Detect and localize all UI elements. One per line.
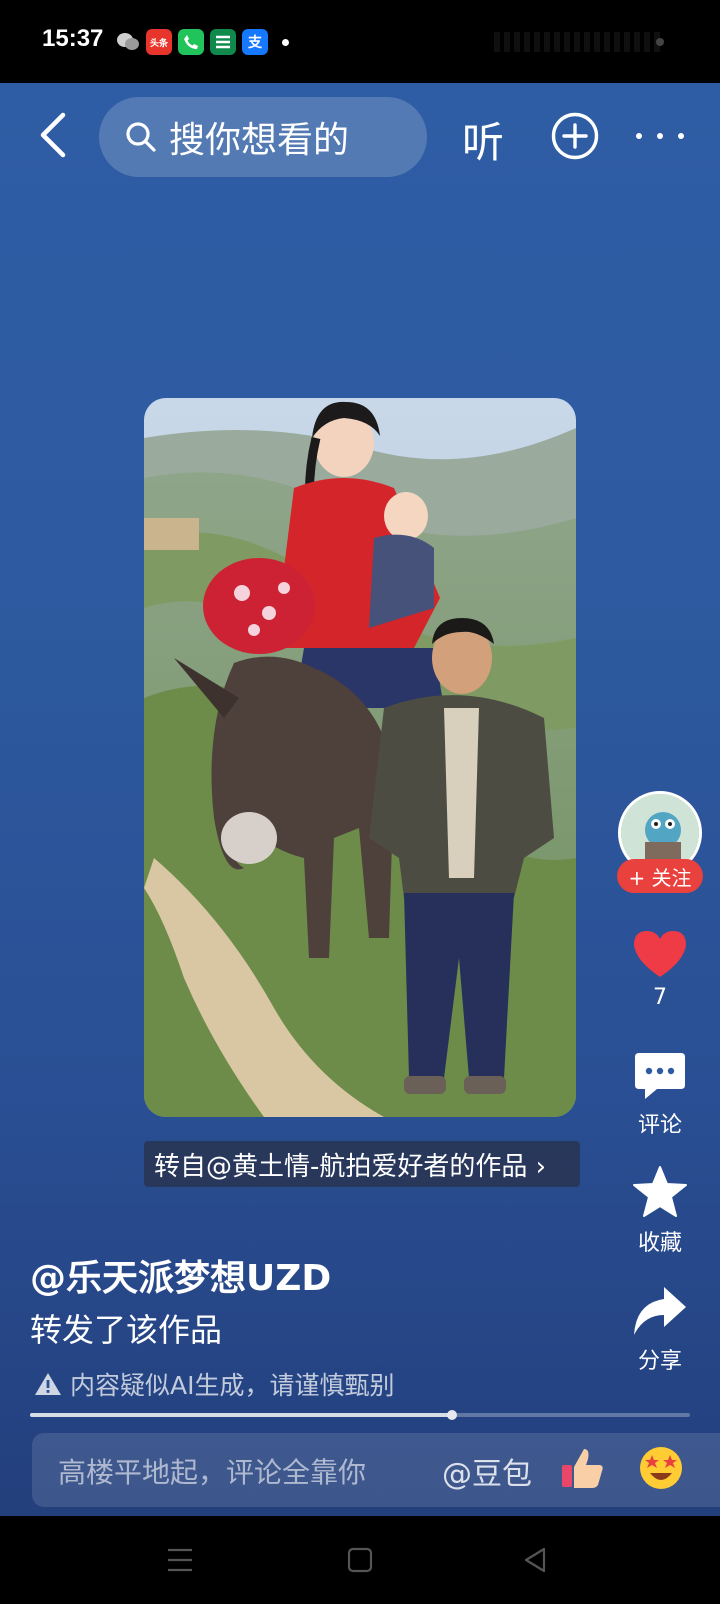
comment-placeholder: 高楼平地起，评论全靠你 — [58, 1456, 367, 1489]
more-button[interactable] — [636, 129, 684, 143]
follow-button[interactable]: + 关注 — [617, 859, 703, 893]
share-button[interactable]: 分享 — [610, 1285, 710, 1375]
thumbs-up-emoji-button[interactable] — [560, 1445, 606, 1491]
progress-fill — [30, 1413, 453, 1417]
progress-bar[interactable] — [30, 1410, 690, 1420]
menu-nav-button[interactable] — [165, 1546, 195, 1574]
comment-input[interactable]: 高楼平地起，评论全靠你 @豆包 — [32, 1433, 720, 1507]
notification-icons: 头条 支 — [116, 29, 289, 55]
more-icon-dot — [657, 133, 663, 139]
ai-warning: 内容疑似AI生成，请谨慎甄别 — [34, 1366, 394, 1402]
home-square-icon — [347, 1547, 373, 1573]
top-bar: 搜你想看的 听 — [0, 83, 720, 193]
more-notifications-dot — [282, 38, 289, 46]
menu-icon — [168, 1548, 192, 1572]
toutiao-icon: 头条 — [146, 29, 172, 55]
favorite-button[interactable]: 收藏 — [610, 1165, 710, 1257]
source-tag[interactable]: 转自@黄土情-航拍爱好者的作品 › — [144, 1141, 580, 1187]
comment-bubble-icon — [635, 1053, 685, 1099]
status-time: 15:37 — [42, 25, 104, 52]
share-arrow-icon — [634, 1287, 686, 1335]
thumbs-up-emoji — [562, 1449, 603, 1488]
back-nav-button[interactable] — [520, 1546, 550, 1574]
wechat-icon — [116, 29, 140, 55]
progress-thumb[interactable] — [447, 1410, 458, 1420]
back-triangle-icon — [524, 1547, 546, 1573]
video-screen[interactable]: 搜你想看的 听 转自@黄土情-航拍爱好者的作品 › + 关注 7 评论 收藏 分… — [0, 83, 720, 1516]
star-eyes-emoji — [640, 1447, 682, 1489]
mention-doubao-button[interactable]: @豆包 — [442, 1449, 532, 1493]
repost-text: 转发了该作品 — [30, 1311, 223, 1349]
plus-circle-icon — [551, 112, 599, 160]
search-placeholder: 搜你想看的 — [169, 120, 350, 161]
warning-triangle-icon — [35, 1373, 61, 1395]
back-button[interactable] — [30, 107, 74, 163]
star-eyes-emoji-button[interactable] — [638, 1445, 684, 1491]
star-icon — [633, 1166, 687, 1217]
search-input[interactable]: 搜你想看的 — [99, 97, 427, 177]
more-icon — [636, 133, 642, 139]
system-status-icons — [494, 32, 664, 52]
heart-icon — [634, 931, 686, 977]
video-image[interactable] — [144, 398, 576, 1117]
author-name[interactable]: @乐天派梦想UZD — [30, 1249, 331, 1301]
phone-icon — [178, 29, 204, 55]
listen-button[interactable]: 听 — [462, 109, 504, 170]
alipay-icon: 支 — [242, 29, 268, 55]
like-button[interactable]: 7 — [610, 929, 710, 1010]
search-icon — [126, 122, 156, 152]
more-icon-dot — [678, 133, 684, 139]
like-count: 7 — [653, 985, 667, 1010]
share-label: 分享 — [637, 1349, 682, 1374]
add-button[interactable] — [550, 111, 600, 161]
comment-label: 评论 — [637, 1113, 682, 1138]
system-nav-bar — [0, 1516, 720, 1604]
home-nav-button[interactable] — [345, 1546, 375, 1574]
camera-dot — [656, 38, 664, 46]
ai-warning-text: 内容疑似AI生成，请谨慎甄别 — [70, 1371, 395, 1400]
comment-button[interactable]: 评论 — [610, 1051, 710, 1139]
post-office-icon — [210, 29, 236, 55]
chevron-left-icon — [40, 112, 66, 158]
photo-illustration — [144, 398, 576, 1117]
status-bar: 15:37 头条 支 — [0, 0, 720, 83]
favorite-label: 收藏 — [637, 1231, 682, 1256]
